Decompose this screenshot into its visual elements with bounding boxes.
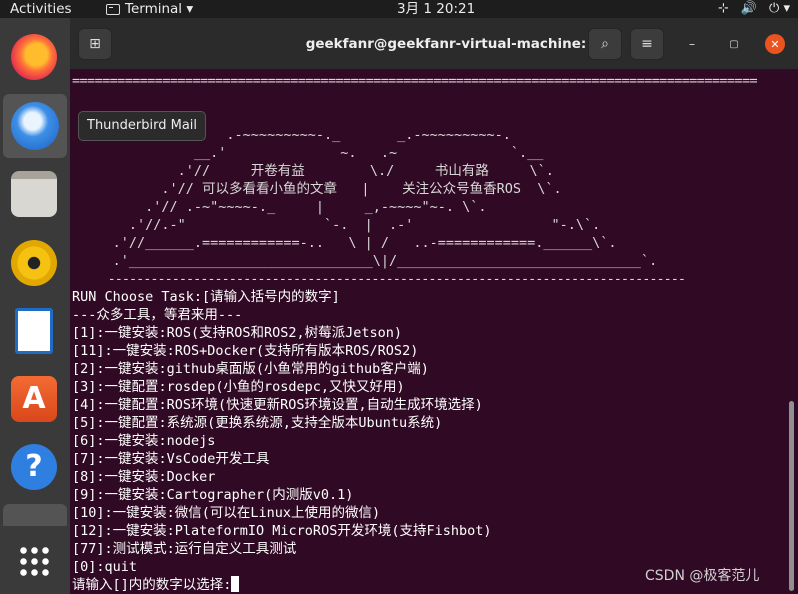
terminal-output[interactable]: ========================================… bbox=[70, 70, 788, 594]
banner-line: .'//______.============-.. \ | / ..-====… bbox=[72, 235, 617, 251]
terminal-small-icon bbox=[106, 3, 120, 15]
thunderbird-icon[interactable] bbox=[3, 94, 67, 158]
top-bar: Activities Terminal ▾ 3月 1 20:21 ⊹ 🔊 ⏻ ▾ bbox=[0, 0, 798, 18]
terminal-line: RUN Choose Task:[请输入括号内的数字] bbox=[72, 289, 340, 305]
menu-option: [77]:测试模式:运行自定义工具测试 bbox=[72, 541, 297, 557]
banner-line: .'// 开卷有益 \./ 书山有路 \`. bbox=[72, 163, 554, 179]
prompt-text: 请输入[]内的数字以选择: bbox=[72, 577, 232, 593]
menu-option: [8]:一键安装:Docker bbox=[72, 469, 216, 485]
menu-option: [9]:一键安装:Cartographer(内测版v0.1) bbox=[72, 487, 354, 503]
watermark: CSDN @极客范儿 bbox=[645, 568, 760, 584]
files-icon[interactable] bbox=[11, 171, 57, 217]
input-prompt[interactable]: 请输入[]内的数字以选择: bbox=[72, 576, 240, 594]
rhythmbox-icon[interactable] bbox=[11, 240, 57, 286]
show-apps-icon[interactable] bbox=[18, 545, 50, 577]
header-bar: ⊞ geekfanr@geekfanr-virtual-machine: ~ ⌕… bbox=[70, 18, 798, 70]
menu-option: [5]:一键配置:系统源(更换系统源,支持全版本Ubuntu系统) bbox=[72, 415, 443, 431]
search-button[interactable]: ⌕ bbox=[588, 28, 622, 60]
maximize-button[interactable]: ▢ bbox=[724, 34, 744, 54]
activities-button[interactable]: Activities bbox=[10, 0, 72, 18]
system-tray[interactable]: ⊹ 🔊 ⏻ ▾ bbox=[718, 0, 790, 18]
close-button[interactable]: ✕ bbox=[765, 34, 785, 54]
menu-option: [10]:一键安装:微信(可以在Linux上使用的微信) bbox=[72, 505, 381, 521]
menu-button[interactable]: ≡ bbox=[630, 28, 664, 60]
menu-option: [1]:一键安装:ROS(支持ROS和ROS2,树莓派Jetson) bbox=[72, 325, 403, 341]
banner-line: .'// .-~"~~~~-._ | _,-~~~~"~-. \`. bbox=[72, 199, 487, 215]
banner-line: .'//.-" `-. | .-' "-.\`. bbox=[72, 217, 601, 233]
menu-option: [12]:一键安装:PlateformIO MicroROS开发环境(支持Fis… bbox=[72, 523, 492, 539]
software-icon[interactable]: A bbox=[11, 376, 57, 422]
banner-line: .'______________________________\|/_____… bbox=[72, 253, 658, 269]
network-icon[interactable]: ⊹ bbox=[718, 0, 729, 18]
terminal-window: ⊞ geekfanr@geekfanr-virtual-machine: ~ ⌕… bbox=[70, 18, 798, 594]
menu-option: [0]:quit bbox=[72, 559, 138, 575]
dock: A ? bbox=[0, 18, 70, 594]
libreoffice-writer-icon[interactable] bbox=[15, 308, 53, 354]
firefox-icon[interactable] bbox=[11, 34, 57, 80]
menu-option: [4]:一键配置:ROS环境(快速更新ROS环境设置,自动生成环境选择) bbox=[72, 397, 483, 413]
menu-option: [6]:一键安装:nodejs bbox=[72, 433, 216, 449]
power-menu-icon[interactable]: ⏻ ▾ bbox=[769, 0, 790, 18]
clock[interactable]: 3月 1 20:21 bbox=[397, 0, 475, 18]
banner-line: ========================================… bbox=[72, 73, 758, 89]
menu-option: [3]:一键配置:rosdep(小鱼的rosdepc,又快又好用) bbox=[72, 379, 405, 395]
minimize-button[interactable]: – bbox=[682, 34, 702, 54]
text-cursor bbox=[231, 576, 240, 592]
terminal-line: ---众多工具，等君来用--- bbox=[72, 307, 243, 323]
menu-option: [2]:一键安装:github桌面版(小鱼常用的github客户端) bbox=[72, 361, 429, 377]
banner-line: .'// 可以多看看小鱼的文章 | 关注公众号鱼香ROS \`. bbox=[72, 181, 562, 197]
app-menu-label: Terminal ▾ bbox=[125, 1, 194, 17]
help-icon[interactable]: ? bbox=[11, 444, 57, 490]
terminal-icon[interactable] bbox=[3, 504, 67, 526]
app-menu[interactable]: Terminal ▾ bbox=[106, 0, 193, 18]
scrollbar[interactable] bbox=[789, 401, 794, 591]
dock-tooltip: Thunderbird Mail bbox=[78, 111, 207, 141]
volume-icon[interactable]: 🔊 bbox=[741, 0, 757, 18]
menu-option: [11]:一键安装:ROS+Docker(支持所有版本ROS/ROS2) bbox=[72, 343, 419, 359]
banner-line: ----------------------------------------… bbox=[72, 271, 686, 287]
banner-line: __.' ~. .~ `.__ bbox=[72, 145, 544, 161]
menu-option: [7]:一键安装:VsCode开发工具 bbox=[72, 451, 270, 467]
